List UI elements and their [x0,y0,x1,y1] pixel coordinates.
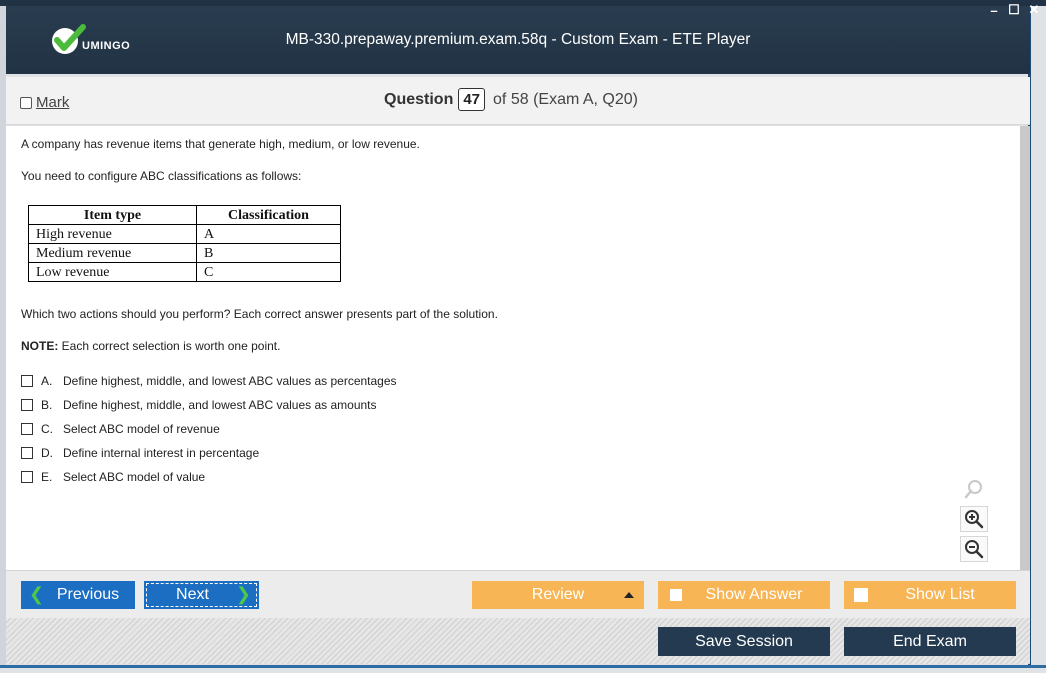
question-prompt: Which two actions should you perform? Ea… [21,307,498,321]
zoom-in-icon [965,510,984,529]
option-checkbox[interactable] [21,399,33,411]
question-note: NOTE: Each correct selection is worth on… [21,339,280,353]
search-button[interactable] [960,476,988,502]
question-intro: A company has revenue items that generat… [21,137,420,151]
option-letter: D. [41,446,53,460]
maximize-button[interactable]: ☐ [1006,2,1022,18]
question-number-input[interactable]: 47 [458,88,486,111]
answer-options: A. Define highest, middle, and lowest AB… [21,369,397,489]
option-letter: E. [41,470,53,484]
checkbox-icon [670,589,682,601]
option-letter: A. [41,374,53,388]
question-bar: Mark Question 47 of 58 (Exam A, Q20) [6,77,1030,125]
end-exam-button[interactable]: End Exam [844,627,1016,656]
show-list-button[interactable]: Show List [844,581,1016,609]
table-header-classification: Classification [196,205,341,225]
navigation-bar: ❮ Previous Next ❯ Review Show Answer Sho… [6,570,1030,618]
option-checkbox[interactable] [21,375,33,387]
option-text: Define internal interest in percentage [63,446,260,460]
table-cell: B [196,243,341,263]
option-letter: C. [41,422,53,436]
table-cell: Medium revenue [28,243,197,263]
question-requirement: You need to configure ABC classification… [21,169,302,183]
table-cell: Low revenue [28,262,197,282]
content-scrollbar[interactable] [1020,126,1030,570]
option-checkbox[interactable] [21,447,33,459]
chevron-left-icon: ❮ [29,584,45,604]
minimize-button[interactable]: – [986,2,1002,18]
option-text: Select ABC model of revenue [63,422,220,436]
option-a[interactable]: A. Define highest, middle, and lowest AB… [21,369,397,393]
mark-checkbox[interactable]: Mark [20,94,69,111]
question-content: A company has revenue items that generat… [6,126,1020,570]
table-cell: C [196,262,341,282]
classification-table: Item type Classification High revenue A … [28,205,341,282]
table-cell: A [196,224,341,244]
show-answer-button[interactable]: Show Answer [658,581,830,609]
option-text: Define highest, middle, and lowest ABC v… [63,374,397,388]
table-row: Low revenue C [28,262,341,282]
window-title: MB-330.prepaway.premium.exam.58q - Custo… [285,31,751,48]
note-text: Each correct selection is worth one poin… [58,339,281,353]
previous-label: Previous [56,586,120,603]
question-total: of 58 (Exam A, Q20) [493,90,638,108]
show-answer-label: Show Answer [705,586,803,603]
option-letter: B. [41,398,53,412]
review-button[interactable]: Review [472,581,644,609]
zoom-out-icon [965,540,984,559]
app-header: UMINGO MB-330.prepaway.premium.exam.58q … [6,6,1030,74]
option-text: Select ABC model of value [63,470,206,484]
note-label: NOTE: [21,339,59,353]
next-label: Next [176,586,209,603]
table-row: High revenue A [28,224,341,244]
list-icon [854,588,868,602]
table-header-item-type: Item type [28,205,197,225]
option-d[interactable]: D. Define internal interest in percentag… [21,441,397,465]
table-row: Medium revenue B [28,243,341,263]
option-b[interactable]: B. Define highest, middle, and lowest AB… [21,393,397,417]
save-session-label: Save Session [695,632,793,650]
window-controls: – ☐ ✕ [986,2,1042,18]
question-label: Question [384,90,454,108]
caret-up-icon [624,592,634,598]
chevron-right-icon: ❯ [235,584,251,604]
zoom-in-button[interactable] [960,506,988,532]
option-e[interactable]: E. Select ABC model of value [21,465,397,489]
end-exam-label: End Exam [893,632,967,650]
review-label: Review [531,586,585,603]
window-border-bottom [0,665,1046,673]
save-session-button[interactable]: Save Session [658,627,830,656]
action-bar: Save Session End Exam [6,618,1030,664]
show-list-label: Show List [905,586,975,603]
table-cell: High revenue [28,224,197,244]
search-icon [964,480,982,499]
zoom-out-button[interactable] [960,536,988,562]
zoom-controls [960,476,990,566]
table-header-row: Item type Classification [28,205,341,225]
previous-button[interactable]: ❮ Previous [21,581,135,609]
mark-checkbox-box[interactable] [20,96,32,109]
close-button[interactable]: ✕ [1026,2,1042,18]
option-checkbox[interactable] [21,471,33,483]
mark-label[interactable]: Mark [36,94,69,111]
option-c[interactable]: C. Select ABC model of revenue [21,417,397,441]
question-info: Question 47 of 58 (Exam A, Q20) [384,88,638,111]
option-text: Define highest, middle, and lowest ABC v… [63,398,377,412]
option-checkbox[interactable] [21,423,33,435]
next-button[interactable]: Next ❯ [144,581,259,609]
